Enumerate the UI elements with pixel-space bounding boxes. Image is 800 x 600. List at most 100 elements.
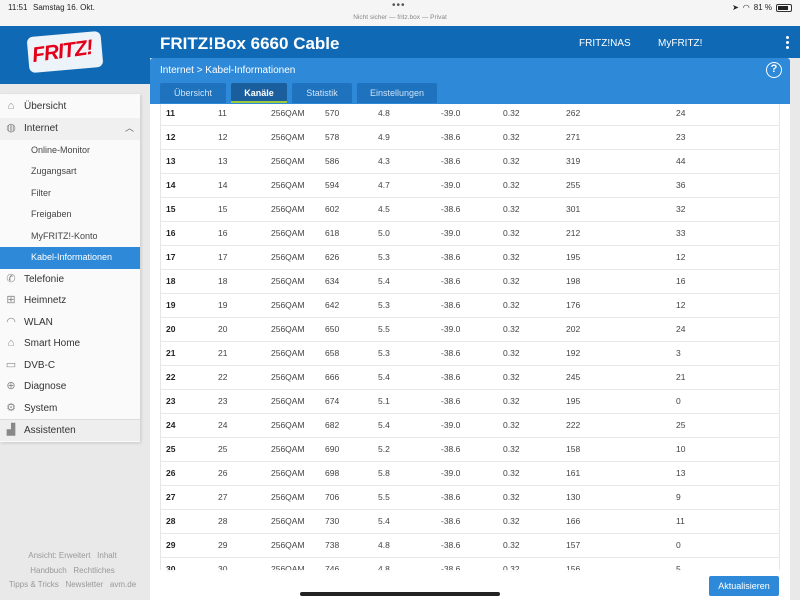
myfritz-link[interactable]: MyFRITZ!	[658, 38, 702, 49]
table-cell: -38.6	[441, 396, 461, 406]
footer-link-avm[interactable]: avm.de	[110, 580, 136, 589]
logo-area: FRITZ!	[0, 26, 150, 84]
table-cell: 256QAM	[271, 228, 305, 238]
sidebar-item-smart-home[interactable]: ⌂ Smart Home	[0, 333, 140, 355]
table-cell: 33	[676, 228, 686, 238]
table-row: 21 21 256QAM 658 5.3 -38.6 0.32 192 3	[161, 342, 779, 366]
table-cell: -38.6	[441, 204, 461, 214]
table-cell: 5.4	[378, 372, 390, 382]
table-cell: 4.8	[378, 540, 390, 550]
table-cell: 26	[218, 468, 228, 478]
sidebar-item-uebersicht[interactable]: ⌂ Übersicht	[0, 96, 140, 118]
footer-link-tipps[interactable]: Tipps & Tricks	[9, 580, 59, 589]
footer-link-handbuch[interactable]: Handbuch	[30, 566, 66, 575]
fritznas-link[interactable]: FRITZ!NAS	[579, 38, 631, 49]
ios-status-bar: 11:51 Samstag 16. Okt. ••• Nicht sicher …	[0, 0, 800, 26]
sidebar-item-dvb-c[interactable]: ▭ DVB-C	[0, 355, 140, 377]
tab-kanaele[interactable]: Kanäle	[231, 83, 287, 103]
table-cell: 25	[166, 444, 176, 454]
table-cell: 23	[166, 396, 176, 406]
table-cell: 28	[218, 516, 228, 526]
chevron-up-icon[interactable]: ︿	[125, 121, 134, 134]
table-cell: 0.32	[503, 180, 520, 190]
table-cell: 5.3	[378, 300, 390, 310]
table-cell: 0.32	[503, 348, 520, 358]
table-cell: 36	[676, 180, 686, 190]
table-cell: 0.32	[503, 444, 520, 454]
sidebar-item-myfritz-konto[interactable]: MyFRITZ!-Konto	[0, 226, 140, 248]
table-cell: 0	[676, 396, 681, 406]
table-cell: 21	[218, 348, 228, 358]
footer-link-newsletter[interactable]: Newsletter	[65, 580, 103, 589]
table-cell: 698	[325, 468, 340, 478]
wizard-icon: ▟	[6, 424, 16, 436]
table-cell: 13	[166, 156, 176, 166]
sidebar-item-zugangsart[interactable]: Zugangsart	[0, 161, 140, 183]
sidebar-item-system[interactable]: ⚙ System	[0, 398, 140, 420]
breadcrumb[interactable]: Internet > Kabel-Informationen	[160, 65, 295, 76]
sidebar-item-kabel-informationen[interactable]: Kabel-Informationen	[0, 247, 140, 269]
sidebar-item-heimnetz[interactable]: ⊞ Heimnetz	[0, 290, 140, 312]
table-cell: 690	[325, 444, 340, 454]
table-cell: -38.6	[441, 300, 461, 310]
help-icon[interactable]: ?	[766, 62, 782, 78]
system-icon: ⚙	[6, 401, 16, 414]
table-cell: 4.9	[378, 132, 390, 142]
table-cell: 5.1	[378, 396, 390, 406]
table-cell: 586	[325, 156, 340, 166]
wifi-status-icon: ◠	[742, 3, 750, 12]
refresh-button[interactable]: Aktualisieren	[709, 576, 779, 596]
table-cell: -38.6	[441, 132, 461, 142]
more-menu-icon[interactable]	[786, 36, 790, 51]
table-cell: 16	[676, 276, 686, 286]
table-cell: 158	[566, 444, 581, 454]
sidebar-item-assistenten[interactable]: ▟ Assistenten	[0, 419, 140, 441]
table-cell: 0.32	[503, 228, 520, 238]
table-cell: 14	[166, 180, 176, 190]
tab-einstellungen[interactable]: Einstellungen	[357, 83, 437, 103]
channel-table[interactable]: 11 11 256QAM 570 4.8 -39.0 0.32 262 24 12 12 256QAM…	[160, 104, 780, 574]
footer-link-inhalt[interactable]: Inhalt	[97, 551, 117, 560]
table-cell: -39.0	[441, 108, 461, 118]
sidebar-item-telefonie[interactable]: ✆ Telefonie	[0, 269, 140, 291]
footer-links-row-1: Ansicht: Erweitert Inhalt	[0, 551, 145, 560]
sidebar-item-online-monitor[interactable]: Online-Monitor	[0, 140, 140, 162]
page-header-bar: Internet > Kabel-Informationen ? Übersic…	[150, 58, 790, 104]
table-cell: 22	[166, 372, 176, 382]
table-cell: 195	[566, 396, 581, 406]
tab-overview-dots[interactable]: •••	[392, 0, 406, 11]
table-cell: 5.2	[378, 444, 390, 454]
footer-link-ansicht[interactable]: Ansicht: Erweitert	[28, 551, 90, 560]
globe-icon: ◍	[6, 122, 16, 134]
table-cell: 4.5	[378, 204, 390, 214]
sidebar-item-diagnose[interactable]: ⊕ Diagnose	[0, 376, 140, 398]
table-row: 22 22 256QAM 666 5.4 -38.6 0.32 245 21	[161, 366, 779, 390]
tab-statistik[interactable]: Statistik	[292, 83, 352, 103]
wifi-icon: ◠	[6, 315, 16, 328]
table-cell: 15	[166, 204, 176, 214]
table-cell: -39.0	[441, 324, 461, 334]
table-cell: 256QAM	[271, 300, 305, 310]
sidebar-item-freigaben[interactable]: Freigaben	[0, 204, 140, 226]
table-cell: 706	[325, 492, 340, 502]
sidebar-item-filter[interactable]: Filter	[0, 183, 140, 205]
table-cell: 256QAM	[271, 156, 305, 166]
table-cell: 618	[325, 228, 340, 238]
table-cell: 5.3	[378, 348, 390, 358]
table-row: 17 17 256QAM 626 5.3 -38.6 0.32 195 12	[161, 246, 779, 270]
table-cell: 0.32	[503, 108, 520, 118]
address-bar[interactable]: Nicht sicher — fritz.box — Privat	[0, 14, 800, 21]
tab-uebersicht[interactable]: Übersicht	[160, 83, 226, 103]
table-row: 15 15 256QAM 602 4.5 -38.6 0.32 301 32	[161, 198, 779, 222]
table-cell: 20	[166, 324, 176, 334]
sidebar-item-internet[interactable]: ◍ Internet ︿	[0, 118, 140, 140]
table-cell: 12	[676, 252, 686, 262]
table-cell: 674	[325, 396, 340, 406]
table-cell: 256QAM	[271, 204, 305, 214]
sidebar-item-wlan[interactable]: ◠ WLAN	[0, 312, 140, 334]
table-cell: 24	[676, 324, 686, 334]
table-cell: 26	[166, 468, 176, 478]
footer-link-rechtliches[interactable]: Rechtliches	[73, 566, 114, 575]
table-cell: 18	[218, 276, 228, 286]
table-cell: 5.3	[378, 252, 390, 262]
